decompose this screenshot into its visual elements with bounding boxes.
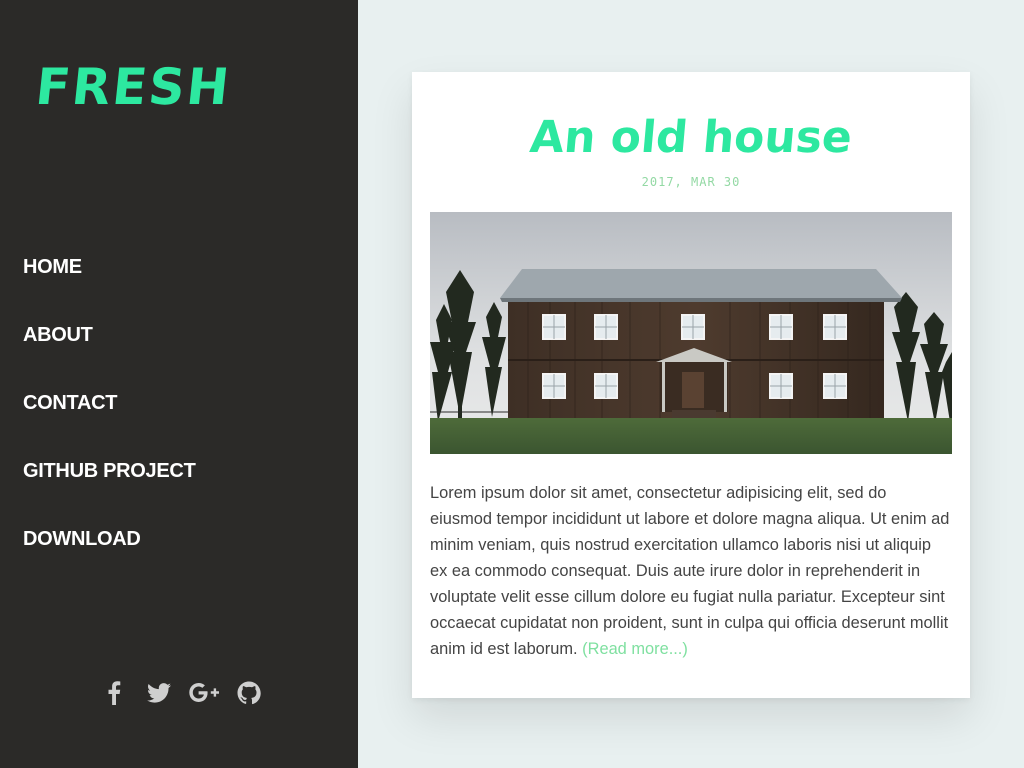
post-title-wrap: An old house bbox=[412, 110, 970, 170]
nav-link-download[interactable]: DOWNLOAD bbox=[23, 526, 141, 552]
nav-link-github-project[interactable]: GITHUB PROJECT bbox=[23, 458, 196, 484]
nav-item-github-project: GITHUB PROJECT bbox=[23, 458, 196, 526]
post-excerpt: Lorem ipsum dolor sit amet, consectetur … bbox=[430, 480, 952, 662]
sidebar: FRESH HOME ABOUT CONTACT GITHUB PROJECT … bbox=[0, 0, 358, 768]
main-nav: HOME ABOUT CONTACT GITHUB PROJECT DOWNLO… bbox=[23, 254, 196, 594]
nav-link-home[interactable]: HOME bbox=[23, 254, 82, 280]
site-logo[interactable]: FRESH bbox=[33, 58, 234, 116]
nav-link-contact[interactable]: CONTACT bbox=[23, 390, 117, 416]
read-more-link[interactable]: (Read more...) bbox=[582, 640, 688, 658]
post-title[interactable]: An old house bbox=[410, 110, 973, 166]
nav-link-about[interactable]: ABOUT bbox=[23, 322, 93, 348]
old-house-image bbox=[430, 212, 952, 454]
nav-item-about: ABOUT bbox=[23, 322, 195, 390]
twitter-icon[interactable] bbox=[141, 678, 177, 708]
google-plus-icon[interactable] bbox=[186, 678, 222, 708]
nav-item-contact: CONTACT bbox=[23, 390, 195, 458]
post-image bbox=[430, 212, 952, 454]
facebook-icon[interactable] bbox=[96, 678, 132, 708]
post-date: 2017, MAR 30 bbox=[641, 175, 741, 189]
github-icon[interactable] bbox=[231, 678, 267, 708]
nav-item-download: DOWNLOAD bbox=[23, 526, 195, 594]
post-excerpt-text: Lorem ipsum dolor sit amet, consectetur … bbox=[430, 484, 950, 658]
social-links bbox=[96, 678, 276, 708]
nav-item-home: HOME bbox=[23, 254, 195, 322]
